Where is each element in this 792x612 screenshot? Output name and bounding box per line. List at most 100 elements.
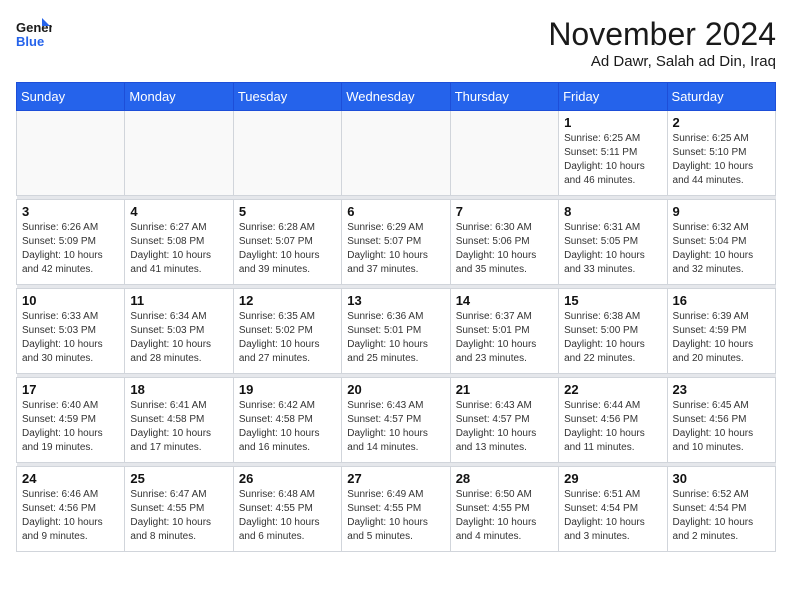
title-block: November 2024 Ad Dawr, Salah ad Din, Ira… bbox=[548, 16, 776, 70]
calendar-day-cell: 4 Sunrise: 6:27 AM Sunset: 5:08 PM Daylig… bbox=[125, 200, 233, 285]
calendar-header-thursday: Thursday bbox=[450, 83, 558, 111]
day-info: Sunrise: 6:25 AM Sunset: 5:10 PM Dayligh… bbox=[673, 132, 770, 188]
day-info: Sunrise: 6:45 AM Sunset: 4:56 PM Dayligh… bbox=[673, 399, 770, 455]
calendar-day-cell: 5Sunrise: 6:28 AM Sunset: 5:07 PM Daylig… bbox=[233, 200, 341, 285]
calendar-day-cell: 26Sunrise: 6:48 AM Sunset: 4:55 PM Dayli… bbox=[233, 467, 341, 552]
day-number: 18 bbox=[130, 382, 227, 397]
day-number: 10 bbox=[22, 293, 119, 308]
calendar-day-cell: 20 Sunrise: 6:43 AM Sunset: 4:57 PM Dayli… bbox=[342, 378, 450, 463]
day-number: 12 bbox=[239, 293, 336, 308]
day-info: Sunrise: 6:26 AM Sunset: 5:09 PM Dayligh… bbox=[22, 221, 119, 277]
calendar-day-cell: 19Sunrise: 6:42 AM Sunset: 4:58 PM Dayli… bbox=[233, 378, 341, 463]
day-info: Sunrise: 6:28 AM Sunset: 5:07 PM Dayligh… bbox=[239, 221, 336, 277]
calendar-day-cell: 13Sunrise: 6:36 AM Sunset: 5:01 PM Dayli… bbox=[342, 289, 450, 374]
day-number: 17 bbox=[22, 382, 119, 397]
calendar-day-cell: 6 Sunrise: 6:29 AM Sunset: 5:07 PM Daylig… bbox=[342, 200, 450, 285]
calendar-day-cell: 11 Sunrise: 6:34 AM Sunset: 5:03 PM Dayli… bbox=[125, 289, 233, 374]
calendar-header-friday: Friday bbox=[559, 83, 667, 111]
calendar-header-wednesday: Wednesday bbox=[342, 83, 450, 111]
month-title: November 2024 bbox=[548, 16, 776, 53]
page-header: General Blue November 2024 Ad Dawr, Sala… bbox=[16, 16, 776, 70]
calendar-day-cell: 17Sunrise: 6:40 AM Sunset: 4:59 PM Dayli… bbox=[17, 378, 125, 463]
calendar-day-cell: 27 Sunrise: 6:49 AM Sunset: 4:55 PM Dayli… bbox=[342, 467, 450, 552]
day-number: 19 bbox=[239, 382, 336, 397]
day-info: Sunrise: 6:38 AM Sunset: 5:00 PM Dayligh… bbox=[564, 310, 661, 366]
calendar-day-cell: 29Sunrise: 6:51 AM Sunset: 4:54 PM Dayli… bbox=[559, 467, 667, 552]
calendar-week-row: 1 Sunrise: 6:25 AM Sunset: 5:11 PM Daylig… bbox=[17, 111, 776, 196]
day-info: Sunrise: 6:33 AM Sunset: 5:03 PM Dayligh… bbox=[22, 310, 119, 366]
calendar-day-cell: 12 Sunrise: 6:35 AM Sunset: 5:02 PM Dayli… bbox=[233, 289, 341, 374]
location: Ad Dawr, Salah ad Din, Iraq bbox=[548, 53, 776, 70]
day-number: 14 bbox=[456, 293, 553, 308]
day-number: 24 bbox=[22, 471, 119, 486]
calendar-day-cell: 28 Sunrise: 6:50 AM Sunset: 4:55 PM Dayli… bbox=[450, 467, 558, 552]
calendar-day-cell bbox=[233, 111, 341, 196]
day-number: 1 bbox=[564, 115, 661, 130]
calendar-day-cell: 1 Sunrise: 6:25 AM Sunset: 5:11 PM Daylig… bbox=[559, 111, 667, 196]
day-info: Sunrise: 6:50 AM Sunset: 4:55 PM Dayligh… bbox=[456, 488, 553, 544]
day-number: 4 bbox=[130, 204, 227, 219]
day-number: 9 bbox=[673, 204, 770, 219]
day-number: 20 bbox=[347, 382, 444, 397]
day-info: Sunrise: 6:36 AM Sunset: 5:01 PM Dayligh… bbox=[347, 310, 444, 366]
calendar-day-cell: 21 Sunrise: 6:43 AM Sunset: 4:57 PM Dayli… bbox=[450, 378, 558, 463]
day-info: Sunrise: 6:43 AM Sunset: 4:57 PM Dayligh… bbox=[456, 399, 553, 455]
calendar-day-cell bbox=[17, 111, 125, 196]
day-number: 21 bbox=[456, 382, 553, 397]
day-info: Sunrise: 6:44 AM Sunset: 4:56 PM Dayligh… bbox=[564, 399, 661, 455]
day-number: 11 bbox=[130, 293, 227, 308]
day-info: Sunrise: 6:31 AM Sunset: 5:05 PM Dayligh… bbox=[564, 221, 661, 277]
calendar-week-row: 10 Sunrise: 6:33 AM Sunset: 5:03 PM Dayli… bbox=[17, 289, 776, 374]
calendar-day-cell: 24Sunrise: 6:46 AM Sunset: 4:56 PM Dayli… bbox=[17, 467, 125, 552]
calendar-day-cell: 9 Sunrise: 6:32 AM Sunset: 5:04 PM Daylig… bbox=[667, 200, 775, 285]
calendar-day-cell: 3Sunrise: 6:26 AM Sunset: 5:09 PM Daylig… bbox=[17, 200, 125, 285]
day-number: 7 bbox=[456, 204, 553, 219]
day-info: Sunrise: 6:27 AM Sunset: 5:08 PM Dayligh… bbox=[130, 221, 227, 277]
day-number: 25 bbox=[130, 471, 227, 486]
calendar-header-sunday: Sunday bbox=[17, 83, 125, 111]
calendar-day-cell bbox=[450, 111, 558, 196]
calendar-day-cell: 16 Sunrise: 6:39 AM Sunset: 4:59 PM Dayli… bbox=[667, 289, 775, 374]
day-info: Sunrise: 6:34 AM Sunset: 5:03 PM Dayligh… bbox=[130, 310, 227, 366]
day-info: Sunrise: 6:51 AM Sunset: 4:54 PM Dayligh… bbox=[564, 488, 661, 544]
calendar-day-cell bbox=[342, 111, 450, 196]
calendar-day-cell: 2 Sunrise: 6:25 AM Sunset: 5:10 PM Daylig… bbox=[667, 111, 775, 196]
calendar-day-cell: 15 Sunrise: 6:38 AM Sunset: 5:00 PM Dayli… bbox=[559, 289, 667, 374]
calendar-week-row: 24Sunrise: 6:46 AM Sunset: 4:56 PM Dayli… bbox=[17, 467, 776, 552]
logo-svg: General Blue bbox=[16, 16, 52, 58]
calendar-table: SundayMondayTuesdayWednesdayThursdayFrid… bbox=[16, 82, 776, 552]
calendar-day-cell: 8 Sunrise: 6:31 AM Sunset: 5:05 PM Daylig… bbox=[559, 200, 667, 285]
calendar-day-cell: 23 Sunrise: 6:45 AM Sunset: 4:56 PM Dayli… bbox=[667, 378, 775, 463]
day-info: Sunrise: 6:29 AM Sunset: 5:07 PM Dayligh… bbox=[347, 221, 444, 277]
day-number: 28 bbox=[456, 471, 553, 486]
calendar-day-cell bbox=[125, 111, 233, 196]
calendar-day-cell: 22 Sunrise: 6:44 AM Sunset: 4:56 PM Dayli… bbox=[559, 378, 667, 463]
calendar-day-cell: 14 Sunrise: 6:37 AM Sunset: 5:01 PM Dayli… bbox=[450, 289, 558, 374]
day-info: Sunrise: 6:43 AM Sunset: 4:57 PM Dayligh… bbox=[347, 399, 444, 455]
calendar-day-cell: 10 Sunrise: 6:33 AM Sunset: 5:03 PM Dayli… bbox=[17, 289, 125, 374]
day-number: 2 bbox=[673, 115, 770, 130]
day-info: Sunrise: 6:25 AM Sunset: 5:11 PM Dayligh… bbox=[564, 132, 661, 188]
day-info: Sunrise: 6:35 AM Sunset: 5:02 PM Dayligh… bbox=[239, 310, 336, 366]
day-info: Sunrise: 6:49 AM Sunset: 4:55 PM Dayligh… bbox=[347, 488, 444, 544]
svg-text:Blue: Blue bbox=[16, 34, 44, 49]
day-info: Sunrise: 6:47 AM Sunset: 4:55 PM Dayligh… bbox=[130, 488, 227, 544]
day-number: 27 bbox=[347, 471, 444, 486]
day-number: 23 bbox=[673, 382, 770, 397]
day-number: 16 bbox=[673, 293, 770, 308]
day-number: 8 bbox=[564, 204, 661, 219]
day-info: Sunrise: 6:37 AM Sunset: 5:01 PM Dayligh… bbox=[456, 310, 553, 366]
calendar-header-monday: Monday bbox=[125, 83, 233, 111]
day-info: Sunrise: 6:32 AM Sunset: 5:04 PM Dayligh… bbox=[673, 221, 770, 277]
day-number: 22 bbox=[564, 382, 661, 397]
day-info: Sunrise: 6:30 AM Sunset: 5:06 PM Dayligh… bbox=[456, 221, 553, 277]
calendar-header-tuesday: Tuesday bbox=[233, 83, 341, 111]
day-info: Sunrise: 6:41 AM Sunset: 4:58 PM Dayligh… bbox=[130, 399, 227, 455]
day-number: 15 bbox=[564, 293, 661, 308]
calendar-day-cell: 30Sunrise: 6:52 AM Sunset: 4:54 PM Dayli… bbox=[667, 467, 775, 552]
day-number: 6 bbox=[347, 204, 444, 219]
day-info: Sunrise: 6:52 AM Sunset: 4:54 PM Dayligh… bbox=[673, 488, 770, 544]
day-info: Sunrise: 6:48 AM Sunset: 4:55 PM Dayligh… bbox=[239, 488, 336, 544]
day-info: Sunrise: 6:39 AM Sunset: 4:59 PM Dayligh… bbox=[673, 310, 770, 366]
logo: General Blue bbox=[16, 16, 52, 58]
